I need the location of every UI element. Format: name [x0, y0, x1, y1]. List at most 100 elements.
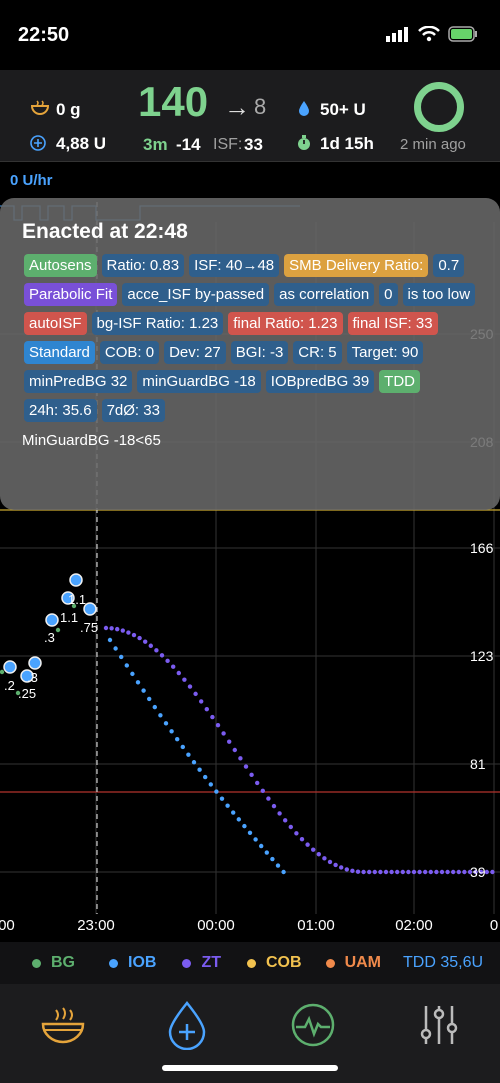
x-tick-label: 02:00	[395, 917, 433, 934]
reservoir-drop-icon	[299, 101, 309, 116]
zt-prediction-dot	[131, 632, 137, 638]
zt-prediction-dot	[227, 739, 232, 744]
zt-prediction-dot	[383, 869, 389, 875]
tab-bar	[0, 984, 500, 1083]
zt-prediction-dot	[411, 869, 417, 875]
reason-chip: autoISF	[24, 312, 87, 335]
zt-prediction-dot	[288, 824, 293, 830]
iob-prediction-dot	[186, 752, 191, 757]
settings-sliders-icon[interactable]	[414, 1000, 464, 1050]
reason-chip: Standard	[24, 341, 95, 364]
iob-prediction-dot	[259, 843, 264, 849]
reason-chips: Autosens Ratio: 0.83 ISF: 40→48 SMB Deliver…	[14, 254, 494, 422]
zt-prediction-dot	[255, 780, 260, 786]
iob-icon	[30, 135, 46, 151]
delta-value: -14	[176, 135, 201, 154]
iob-prediction-dot	[214, 789, 219, 794]
zt-prediction-dot	[176, 670, 181, 676]
legend-dot	[182, 958, 192, 968]
zt-prediction-dot	[305, 842, 310, 847]
zt-prediction-dot	[103, 625, 109, 631]
iob-prediction-dot	[169, 729, 174, 734]
iob-prediction-dot	[135, 680, 141, 685]
iob-prediction-dot	[236, 817, 241, 822]
zt-prediction-dot	[389, 869, 394, 875]
zt-prediction-dot	[367, 869, 372, 875]
zt-prediction-dot	[109, 626, 114, 631]
zt-prediction-dot	[350, 868, 355, 874]
reason-chip: Ratio: 0.83	[101, 254, 185, 277]
reservoir-value: 50+ U	[320, 100, 366, 119]
bg-dot	[0, 669, 5, 675]
reason-chip: Dev: 27	[164, 341, 226, 364]
iob-prediction-dot	[208, 782, 213, 787]
legend-dot	[247, 958, 256, 968]
meal-bowl-icon[interactable]	[38, 1000, 88, 1050]
reason-chip: Parabolic Fit	[24, 283, 118, 306]
reason-chip: as correlation	[274, 283, 375, 306]
zt-prediction-dot	[165, 658, 170, 664]
cannula-age: 1d 15h	[320, 134, 374, 153]
y-tick-label: 81	[470, 756, 486, 772]
reason-chip: final Ratio: 1.23	[228, 312, 343, 335]
carbs-value: 0 g	[56, 100, 81, 119]
status-time: 22:50	[18, 24, 70, 46]
zt-prediction-dot	[434, 869, 439, 875]
cannula-timer-icon	[298, 135, 310, 150]
enacted-popup[interactable]: Enacted at 22:48 Autosens Ratio: 0.83 ISF:…	[0, 198, 500, 510]
zt-prediction-dot	[355, 869, 361, 874]
bolus-label: 1.1	[60, 610, 78, 625]
legend-item-bg: BG	[32, 954, 75, 972]
reason-chip: minGuardBG -18	[137, 370, 261, 393]
isf-value: 33	[244, 135, 263, 154]
delta-interval: 3m	[143, 135, 168, 154]
insulin-drop-icon[interactable]	[162, 1000, 212, 1050]
bolus-label: .25	[18, 686, 36, 701]
legend-dot	[325, 958, 335, 968]
reason-chip: IOBpredBG 39	[265, 370, 375, 393]
zt-prediction-dot	[260, 788, 265, 794]
x-tick-label: 22:00	[0, 917, 15, 934]
zt-prediction-dot	[490, 869, 495, 875]
iob-prediction-dot	[152, 704, 157, 710]
reason-chip: acce_ISF by-passed	[122, 283, 270, 306]
reason-chip: Target: 90	[346, 341, 424, 364]
zt-prediction-dot	[171, 664, 176, 669]
zt-prediction-dot	[182, 677, 187, 682]
zt-prediction-dot	[462, 869, 467, 875]
stats-pulse-icon[interactable]	[288, 1000, 338, 1050]
zt-prediction-dot	[299, 836, 305, 842]
iob-prediction-dot	[203, 774, 208, 780]
iob-prediction-dot	[275, 863, 281, 868]
zt-prediction-dot	[271, 803, 277, 809]
zt-prediction-dot	[339, 865, 344, 870]
zt-prediction-dot	[199, 699, 204, 704]
reason-chip: 0	[379, 283, 398, 306]
loop-status-icon[interactable]	[414, 82, 464, 132]
wifi-icon	[418, 26, 440, 42]
iob-prediction-dot	[270, 856, 275, 862]
bg-dot	[55, 627, 61, 633]
reason-chip: bg-ISF Ratio: 1.23	[91, 312, 224, 335]
zt-prediction-dot	[187, 684, 193, 689]
reason-chip: ISF: 40→48	[189, 254, 280, 277]
zt-prediction-dot	[344, 867, 349, 872]
iob-prediction-dot	[253, 837, 258, 842]
iob-prediction-dot	[141, 688, 146, 693]
zt-prediction-dot	[311, 847, 316, 852]
carbs-bowl-icon	[30, 100, 50, 115]
reason-chip: TDD	[379, 370, 420, 393]
reason-chip: is too low	[402, 283, 476, 306]
reason-chip: 24h: 35.6	[24, 399, 97, 422]
legend-item-zt: ZT	[182, 954, 221, 972]
overview-header: 0 g 4,88 U 140 → 8 3m -14 ISF: 33 50+ U …	[0, 70, 500, 162]
zt-prediction-dot	[210, 714, 215, 720]
bg-value[interactable]: 140	[138, 78, 208, 126]
iob-prediction-dot	[113, 646, 118, 651]
zt-prediction-dot	[243, 764, 249, 769]
zt-prediction-dot	[277, 811, 282, 816]
bg-delta: 8	[254, 94, 267, 119]
bolus-marker	[28, 656, 42, 670]
legend-tdd: TDD 35,6U	[403, 954, 484, 971]
zt-prediction-dot	[445, 869, 450, 875]
